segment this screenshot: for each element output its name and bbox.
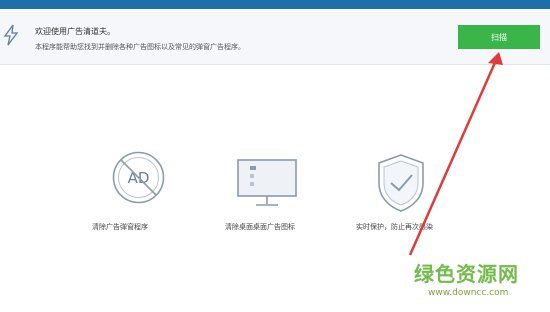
lightning-icon bbox=[3, 24, 19, 46]
feature-label-desktop: 清除桌面桌面广告图标 bbox=[225, 223, 295, 231]
intro-title: 欢迎使用广告清道夫。 bbox=[35, 27, 115, 36]
monitor-icon bbox=[237, 159, 297, 206]
watermark-url: www.downcc.com bbox=[428, 288, 509, 298]
scan-button[interactable]: 扫描 bbox=[458, 25, 540, 49]
feature-label-protection: 实时保护，防止再次感染 bbox=[356, 223, 433, 231]
watermark-site-name: 绿色资源网 bbox=[414, 262, 519, 286]
shield-check-icon bbox=[378, 154, 424, 212]
window-title-bar bbox=[0, 0, 550, 9]
intro-description: 本程序能帮助您找到并删除各种广告图标以及常见的弹窗广告程序。 bbox=[35, 43, 245, 51]
ad-block-icon: AD bbox=[112, 151, 165, 204]
feature-label-popup: 清除广告弹窗程序 bbox=[92, 223, 148, 231]
